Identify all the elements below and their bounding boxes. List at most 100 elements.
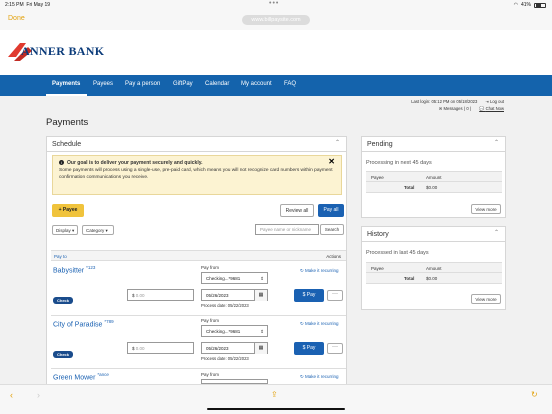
pay-button[interactable]: $ Pay <box>294 289 324 302</box>
select-arrows-icon: ⇕ <box>260 276 264 281</box>
more-options-icon[interactable]: ··· <box>327 290 343 301</box>
pay-from-label: Pay from <box>201 372 220 377</box>
pay-from-label: Pay from <box>201 318 220 323</box>
pending-title: Pending <box>367 141 393 148</box>
payee-name-link[interactable]: Babysitter *123 <box>53 265 95 274</box>
notice-banner: i Our goal is to deliver your payment sec… <box>52 155 342 195</box>
view-more-button[interactable]: View more <box>471 294 501 304</box>
active-tab-indicator <box>46 94 87 96</box>
last-login-text: Last login: 05:12 PM on 05/18/2023 <box>411 99 478 104</box>
pay-all-button[interactable]: Pay all <box>318 204 344 217</box>
search-button[interactable]: Search <box>320 224 344 235</box>
collapse-icon[interactable]: ⌃ <box>335 139 340 146</box>
site-header: ANNER BANK <box>0 30 552 75</box>
make-recurring-link[interactable]: ↻ Make it recurring <box>300 321 339 327</box>
process-date: Process date: 05/22/2023 <box>201 303 249 308</box>
page-title: Payments <box>46 117 89 128</box>
forward-icon[interactable]: › <box>37 390 40 400</box>
row-divider <box>51 315 346 316</box>
check-badge: Check <box>53 297 73 304</box>
notice-body: Some payments will process using a singl… <box>59 168 333 180</box>
view-more-button[interactable]: View more <box>471 204 501 214</box>
pay-from-select[interactable]: Checking...*9681 ⇕ <box>201 272 268 284</box>
add-payee-button[interactable]: + Payee <box>52 204 84 217</box>
chat-now-link[interactable]: 💬 Chat Now <box>479 105 504 112</box>
messages-link[interactable]: ✉ Messages ( 0 ) <box>439 105 471 112</box>
pay-from-label: Pay from <box>201 265 220 270</box>
close-icon[interactable]: ✕ <box>328 158 335 166</box>
collapse-icon[interactable]: ⌃ <box>494 229 499 236</box>
payee-name-link[interactable]: City of Paradise *789 <box>53 319 114 328</box>
amount-input[interactable]: $ 0.00 <box>127 289 194 301</box>
date-input[interactable]: 05/26/2023 ▦ <box>201 289 268 301</box>
battery-icon <box>534 2 546 8</box>
status-time: 2:15 PM Fri May 19 <box>5 2 51 8</box>
status-right: ◠ 41% <box>514 2 546 8</box>
history-panel: History ⌃ Processed in last 45 days Paye… <box>361 226 506 310</box>
make-recurring-link[interactable]: ↻ Make it recurring <box>300 268 339 274</box>
nav-payments[interactable]: Payments <box>52 81 80 87</box>
actions-header: Actions <box>326 254 341 259</box>
history-table: Payee Amount Total $0.00 <box>366 262 502 284</box>
wifi-icon: ◠ <box>513 2 518 8</box>
display-filter[interactable]: Display ▾ <box>52 225 78 235</box>
table-header: Payee Amount <box>366 171 502 182</box>
pending-panel: Pending ⌃ Processing in next 45 days Pay… <box>361 136 506 218</box>
info-icon: i <box>59 160 64 165</box>
process-date: Process date: 05/22/2023 <box>201 356 249 361</box>
payee-search-input[interactable]: Payee name or nickname <box>255 224 319 235</box>
share-icon[interactable]: ⇪ <box>271 390 278 399</box>
logout-link[interactable]: ⇥ Log out <box>485 98 504 105</box>
make-recurring-link[interactable]: ↻ Make it recurring <box>300 374 339 380</box>
bank-name: ANNER BANK <box>21 44 105 58</box>
browser-bar: Done www.billpaysite.com <box>0 10 552 30</box>
category-filter[interactable]: Category ▾ <box>82 225 114 235</box>
calendar-icon[interactable]: ▦ <box>254 290 267 301</box>
check-badge: Check <box>53 351 73 358</box>
schedule-title: Schedule <box>52 141 82 148</box>
total-value: $0.00 <box>426 276 438 281</box>
url-pill[interactable]: www.billpaysite.com <box>242 15 310 25</box>
row-divider <box>51 368 346 369</box>
nav-calendar[interactable]: Calendar <box>205 81 229 87</box>
multitask-dots-icon[interactable]: ••• <box>269 0 279 7</box>
pay-to-header: Pay to <box>54 254 67 259</box>
history-header: History ⌃ <box>362 227 505 242</box>
nav-payees[interactable]: Payees <box>93 81 113 87</box>
back-icon[interactable]: ‹ <box>10 390 13 400</box>
pending-subtitle: Processing in next 45 days <box>366 160 432 166</box>
ios-status-bar: 2:15 PM Fri May 19 ••• ◠ 41% <box>0 0 552 10</box>
nav-pay-a-person[interactable]: Pay a person <box>125 81 160 87</box>
payee-name-link[interactable]: Green Mower *ance <box>53 372 109 381</box>
history-title: History <box>367 231 389 238</box>
table-header: Payee Amount <box>366 262 502 273</box>
pending-table: Payee Amount Total $0.00 <box>366 171 502 193</box>
select-arrows-icon: ⇕ <box>260 329 264 334</box>
pending-header: Pending ⌃ <box>362 137 505 152</box>
main-nav: Payments Payees Pay a person GiftPay Cal… <box>0 75 552 96</box>
nav-faq[interactable]: FAQ <box>284 81 296 87</box>
nav-my-account[interactable]: My account <box>241 81 272 87</box>
payee-list-header: Pay to Actions <box>51 250 346 261</box>
total-value: $0.00 <box>426 185 438 190</box>
review-all-button[interactable]: Review all <box>280 204 314 217</box>
total-label: Total <box>404 185 415 190</box>
collapse-icon[interactable]: ⌃ <box>494 139 499 146</box>
amount-input[interactable]: $ 0.00 <box>127 342 194 354</box>
done-button[interactable]: Done <box>8 15 25 22</box>
pay-from-select[interactable]: Checking...*9681 ⇕ <box>201 325 268 337</box>
session-info: Last login: 05:12 PM on 05/18/2023 ⇥ Log… <box>411 98 504 112</box>
home-indicator <box>207 408 345 410</box>
nav-giftpay[interactable]: GiftPay <box>173 81 193 87</box>
total-label: Total <box>404 276 415 281</box>
battery-percent: 41% <box>520 2 531 8</box>
more-options-icon[interactable]: ··· <box>327 343 343 354</box>
total-row: Total $0.00 <box>366 182 502 193</box>
refresh-icon[interactable]: ↻ <box>531 390 538 399</box>
date-input[interactable]: 05/26/2023 ▦ <box>201 342 268 354</box>
total-row: Total $0.00 <box>366 273 502 284</box>
pay-button[interactable]: $ Pay <box>294 342 324 355</box>
calendar-icon[interactable]: ▦ <box>254 343 267 354</box>
notice-title: Our goal is to deliver your payment secu… <box>67 160 203 166</box>
schedule-header: Schedule ⌃ <box>47 137 346 152</box>
